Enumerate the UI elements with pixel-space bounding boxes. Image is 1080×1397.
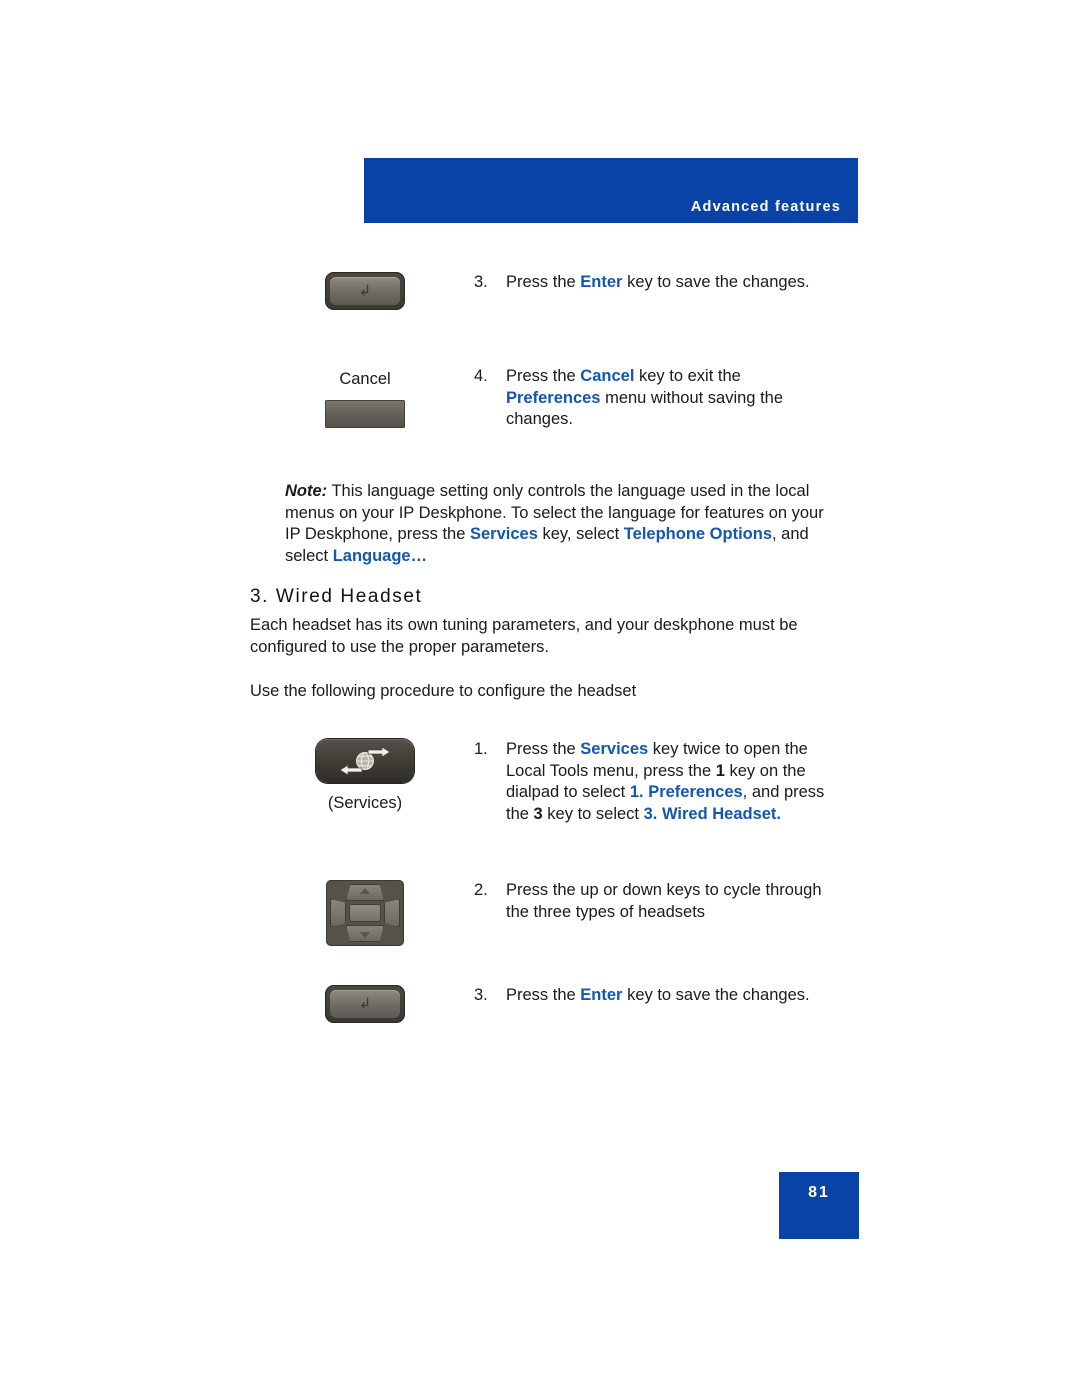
navigation-pad [330,884,400,942]
globe-arrows-icon [339,746,391,776]
step-number: 3. [474,273,488,291]
nav-left-icon[interactable] [330,899,346,927]
enter-key-icon[interactable]: ↲ [325,985,405,1023]
enter-arrow-icon: ↲ [358,995,372,1013]
enter-keyword: Enter [580,273,623,291]
wired-headset-keyword: 3. Wired Headset. [643,804,782,823]
icon-cell-enter-bottom: ↲ [250,985,480,1028]
page-number-box: 81 [779,1172,859,1239]
services-keyword: Services [469,525,538,543]
preferences-keyword: Preferences [506,388,601,407]
note-label: Note: [285,482,328,500]
icon-cell-enter-top: ↲ [250,272,480,315]
note-text-part: key, select [537,525,624,543]
page-number: 81 [808,1184,830,1201]
nav-down-arrow-icon [360,932,370,938]
nav-right-icon[interactable] [384,899,400,927]
icon-cell-cancel: Cancel [250,370,480,433]
step-text-part: key to exit the [634,367,741,385]
step-text-part: key to save the changes. [622,986,810,1004]
icon-cell-navigation [250,880,480,951]
step-text-part: Press the [506,367,581,385]
running-header-title: Advanced features [690,199,841,215]
section-paragraph-2: Use the following procedure to configure… [250,682,637,700]
services-key-icon[interactable] [316,739,414,783]
section-paragraph-1: Each headset has its own tuning paramete… [250,616,798,656]
step-text-part: Press the [506,986,581,1004]
services-keyword: Services [580,740,649,758]
step-text-part: Press the [506,273,581,291]
digit-three-keyword: 3 [533,804,543,823]
step-number: 1. [474,740,488,758]
step-text-services: Press the Services key twice to open the… [506,739,836,825]
digit-one-keyword: 1 [715,761,725,780]
enter-arrow-icon: ↲ [358,282,372,300]
telephone-options-keyword: Telephone Options [623,525,772,543]
step-number: 3. [474,986,488,1004]
cancel-key-label: Cancel [339,370,391,388]
step-text-navigation: Press the up or down keys to cycle throu… [506,881,822,921]
step-text-enter-bottom: Press the Enter key to save the changes. [506,985,836,1007]
step-number: 4. [474,367,488,385]
nav-up-arrow-icon [360,888,370,894]
section-heading-wired-headset: 3. Wired Headset [250,586,423,607]
running-header-bar: Advanced features [364,158,858,223]
navigation-key-icon[interactable] [326,880,404,946]
enter-key-icon[interactable]: ↲ [325,272,405,310]
preferences-menu-keyword: 1. Preferences [629,783,743,801]
language-keyword: Language… [332,546,428,565]
step-text-enter-top: Press the Enter key to save the changes. [506,272,836,294]
icon-cell-services: (Services) [250,739,480,813]
cancel-keyword: Cancel [580,367,635,385]
nav-center-icon[interactable] [349,904,381,922]
step-number: 2. [474,881,488,899]
services-key-label: (Services) [327,794,403,812]
step-text-part: key to save the changes. [622,273,810,291]
step-text-cancel: Press the Cancel key to exit the Prefere… [506,366,836,431]
note-block: Note: This language setting only control… [285,481,825,567]
step-text-part: key to select [542,804,644,823]
cancel-softkey-icon[interactable] [325,400,405,428]
step-text-part: Press the [506,740,581,758]
enter-keyword: Enter [580,986,623,1004]
